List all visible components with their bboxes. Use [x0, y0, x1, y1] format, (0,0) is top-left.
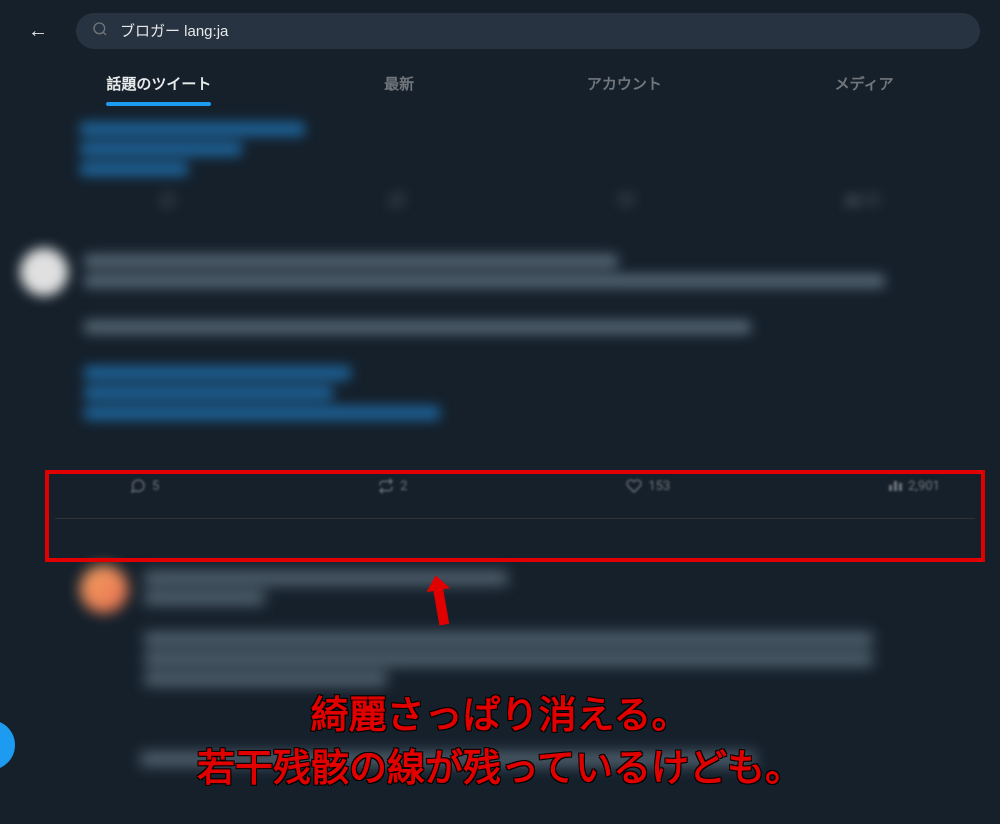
reply-stat[interactable] [160, 192, 176, 208]
annotation-text: 綺麗さっぱり消える。 若干残骸の線が残っているけども。 [0, 690, 1000, 796]
annotation-highlight-box [45, 470, 985, 562]
avatar[interactable] [80, 565, 128, 613]
views-stat[interactable]: 22 [846, 193, 880, 208]
tab-media[interactable]: メディア [815, 61, 914, 106]
search-icon [92, 21, 108, 41]
like-stat[interactable] [618, 192, 634, 208]
retweet-stat[interactable] [389, 192, 405, 208]
search-input[interactable] [120, 22, 964, 39]
tab-top[interactable]: 話題のツイート [86, 61, 231, 106]
tab-accounts[interactable]: アカウント [567, 61, 682, 106]
back-button[interactable]: ← [20, 10, 56, 51]
annotation-line-2: 若干残骸の線が残っているけども。 [0, 743, 1000, 796]
search-bar[interactable] [76, 13, 980, 49]
annotation-line-1: 綺麗さっぱり消える。 [0, 690, 1000, 743]
annotation-arrow [420, 570, 460, 630]
analytics-icon [846, 195, 859, 205]
views-count: 22 [865, 193, 880, 208]
tab-latest[interactable]: 最新 [364, 61, 434, 106]
avatar[interactable] [20, 248, 68, 296]
